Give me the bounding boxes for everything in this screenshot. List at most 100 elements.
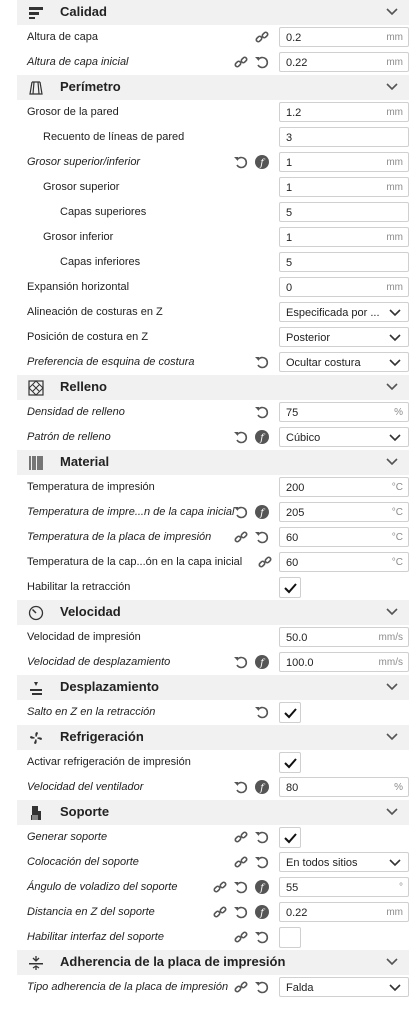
top-bottom-thickness-input[interactable]: 1 mm	[279, 152, 409, 172]
link-icon[interactable]	[233, 854, 249, 870]
travel-speed-input[interactable]: 100.0 mm/s	[279, 652, 409, 672]
setting-adhesion-type: Tipo adherencia de la placa de impresión…	[0, 975, 419, 1000]
support-interface-checkbox[interactable]	[279, 927, 301, 948]
enable-cooling-checkbox[interactable]	[279, 752, 301, 773]
section-walls[interactable]: Perímetro	[17, 75, 409, 100]
top-thickness-input[interactable]: 1 mm	[279, 177, 409, 197]
section-speed[interactable]: Velocidad	[17, 600, 409, 625]
z-seam-position-select[interactable]: Posterior	[279, 327, 409, 347]
bottom-thickness-input[interactable]: 1 mm	[279, 227, 409, 247]
top-layers-input[interactable]: 5	[279, 202, 409, 222]
chevron-down-icon[interactable]	[385, 80, 399, 94]
wall-line-count-input[interactable]: 3	[279, 127, 409, 147]
link-icon[interactable]	[233, 54, 249, 70]
reset-icon[interactable]	[233, 879, 249, 895]
print-temp-input[interactable]: 200 °C	[279, 477, 409, 497]
section-cooling[interactable]: Refrigeración	[17, 725, 409, 750]
reset-icon[interactable]	[254, 529, 270, 545]
reset-icon[interactable]	[254, 829, 270, 845]
reset-icon[interactable]	[233, 154, 249, 170]
info-icon[interactable]: f	[254, 154, 270, 170]
setting-horizontal-expansion: Expansión horizontal 0 mm	[0, 275, 419, 300]
fan-speed-input[interactable]: 80%	[279, 777, 409, 797]
setting-label: Velocidad de impresión	[27, 631, 141, 643]
link-icon[interactable]	[233, 979, 249, 995]
z-seam-alignment-select[interactable]: Especificada por ...	[279, 302, 409, 322]
adhesion-type-select[interactable]: Falda	[279, 977, 409, 997]
section-title: Calidad	[60, 4, 107, 19]
chevron-down-icon	[389, 984, 401, 992]
info-icon[interactable]: f	[254, 504, 270, 520]
info-icon[interactable]: f	[254, 904, 270, 920]
wall-thickness-input[interactable]: 1.2 mm	[279, 102, 409, 122]
reset-icon[interactable]	[254, 354, 270, 370]
support-z-distance-input[interactable]: 0.22 mm	[279, 902, 409, 922]
reset-icon[interactable]	[233, 504, 249, 520]
reset-icon[interactable]	[254, 54, 270, 70]
info-icon[interactable]: f	[254, 429, 270, 445]
info-icon[interactable]: f	[254, 779, 270, 795]
info-icon[interactable]: f	[254, 654, 270, 670]
speed-icon	[25, 603, 47, 623]
link-icon[interactable]	[212, 904, 228, 920]
chevron-down-icon[interactable]	[385, 680, 399, 694]
section-travel[interactable]: Desplazamiento	[17, 675, 409, 700]
print-speed-input[interactable]: 50.0 mm/s	[279, 627, 409, 647]
section-title: Desplazamiento	[60, 679, 159, 694]
section-adhesion[interactable]: Adherencia de la placa de impresión	[17, 950, 409, 975]
bed-temp-input[interactable]: 60 °C	[279, 527, 409, 547]
reset-icon[interactable]	[254, 929, 270, 945]
link-icon[interactable]	[254, 29, 270, 45]
section-title: Velocidad	[60, 604, 121, 619]
reset-icon[interactable]	[254, 979, 270, 995]
support-placement-select[interactable]: En todos sitios	[279, 852, 409, 872]
chevron-down-icon[interactable]	[385, 455, 399, 469]
reset-icon[interactable]	[254, 704, 270, 720]
reset-icon[interactable]	[233, 654, 249, 670]
link-icon[interactable]	[212, 879, 228, 895]
reset-icon[interactable]	[233, 779, 249, 795]
setting-label: Temperatura de impre...n de la capa inic…	[27, 506, 235, 518]
setting-seam-corner-preference: Preferencia de esquina de costura Oculta…	[0, 350, 419, 375]
section-support[interactable]: Soporte	[17, 800, 409, 825]
link-icon[interactable]	[233, 829, 249, 845]
seam-corner-preference-select[interactable]: Ocultar costura	[279, 352, 409, 372]
horizontal-expansion-input[interactable]: 0 mm	[279, 277, 409, 297]
setting-z-seam-alignment: Alineación de costuras en Z Especificada…	[0, 300, 419, 325]
section-infill[interactable]: Relleno	[17, 375, 409, 400]
generate-support-checkbox[interactable]	[279, 827, 301, 848]
reset-icon[interactable]	[233, 904, 249, 920]
initial-layer-height-input[interactable]: 0.22 mm	[279, 52, 409, 72]
chevron-down-icon[interactable]	[385, 730, 399, 744]
z-hop-checkbox[interactable]	[279, 702, 301, 723]
section-quality[interactable]: Calidad	[17, 0, 409, 25]
bottom-layers-input[interactable]: 5	[279, 252, 409, 272]
chevron-down-icon[interactable]	[385, 5, 399, 19]
print-temp-initial-input[interactable]: 205 °C	[279, 502, 409, 522]
infill-pattern-select[interactable]: Cúbico	[279, 427, 409, 447]
info-icon[interactable]: f	[254, 879, 270, 895]
reset-icon[interactable]	[233, 429, 249, 445]
link-icon[interactable]	[233, 529, 249, 545]
reset-icon[interactable]	[254, 404, 270, 420]
chevron-down-icon[interactable]	[385, 805, 399, 819]
setting-label: Temperatura de la placa de impresión	[27, 531, 212, 543]
bed-temp-initial-input[interactable]: 60 °C	[279, 552, 409, 572]
support-overhang-angle-input[interactable]: 55 °	[279, 877, 409, 897]
infill-density-input[interactable]: 75%	[279, 402, 409, 422]
chevron-down-icon[interactable]	[385, 955, 399, 969]
setting-label: Temperatura de impresión	[27, 481, 155, 493]
setting-bottom-layers: Capas inferiores 5	[0, 250, 419, 275]
retraction-checkbox[interactable]	[279, 577, 301, 598]
link-icon[interactable]	[233, 929, 249, 945]
adhesion-icon	[25, 953, 47, 973]
reset-icon[interactable]	[254, 854, 270, 870]
chevron-down-icon[interactable]	[385, 605, 399, 619]
chevron-down-icon[interactable]	[385, 380, 399, 394]
link-icon[interactable]	[257, 554, 273, 570]
layer-height-input[interactable]: 0.2 mm	[279, 27, 409, 47]
setting-travel-speed: Velocidad de desplazamiento f 100.0 mm/s	[0, 650, 419, 675]
setting-label: Grosor inferior	[43, 231, 114, 243]
setting-bottom-thickness: Grosor inferior 1 mm	[0, 225, 419, 250]
section-material[interactable]: Material	[17, 450, 409, 475]
